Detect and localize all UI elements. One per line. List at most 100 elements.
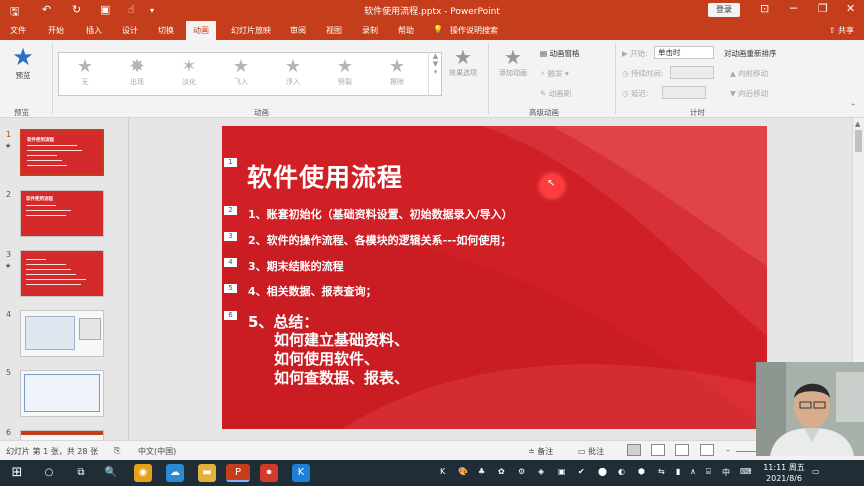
bullet-item[interactable]: 1、账套初始化（基础资料设置、初始数据录入/导入） <box>248 206 513 222</box>
slide-thumbnail-3[interactable] <box>20 250 104 297</box>
restore-icon[interactable]: ❐ <box>818 2 828 15</box>
slide-thumbnail-2[interactable]: 软件使用流程 <box>20 190 104 237</box>
zoom-out-icon[interactable]: – <box>726 446 730 455</box>
notes-button[interactable]: ≐ 备注 <box>528 446 553 457</box>
tab-file[interactable]: 文件 <box>10 25 26 36</box>
bullet-item[interactable]: 2、软件的操作流程、各模块的逻辑关系---如何使用； <box>248 232 511 248</box>
file-explorer-icon[interactable]: ▬ <box>198 464 216 482</box>
move-later-button[interactable]: ▼ 向后移动 <box>730 88 768 99</box>
minimize-icon[interactable]: ─ <box>790 2 797 15</box>
tray-icon[interactable]: ⚙ <box>518 467 525 476</box>
tab-animations[interactable]: 动画 <box>186 21 216 40</box>
animation-marker[interactable]: 6 <box>224 311 237 320</box>
tell-me-search[interactable]: 操作说明搜索 <box>450 25 498 36</box>
anim-appear[interactable]: ✸ 出现 <box>115 57 159 87</box>
summary-line[interactable]: 如何建立基础资料、 <box>274 330 409 350</box>
collapse-ribbon-icon[interactable]: ⌃ <box>850 102 856 111</box>
search-icon[interactable]: ○ <box>40 464 58 482</box>
tray-icon[interactable]: ♣ <box>478 467 485 476</box>
slide-thumbnail-5[interactable] <box>20 370 104 417</box>
app-icon[interactable]: K <box>292 464 310 482</box>
app-icon[interactable]: ☁ <box>166 464 184 482</box>
tab-insert[interactable]: 插入 <box>86 25 102 36</box>
tray-icon[interactable]: ◐ <box>618 467 625 476</box>
delay-input[interactable] <box>662 86 706 99</box>
anim-wipe[interactable]: ★ 擦除 <box>375 57 419 87</box>
bullet-item[interactable]: 4、相关数据、报表查询； <box>248 283 377 299</box>
tray-icon[interactable]: K <box>440 467 445 476</box>
anim-none[interactable]: ★ 无 <box>63 57 107 87</box>
animation-marker[interactable]: 5 <box>224 284 237 293</box>
slide-title[interactable]: 软件使用流程 <box>247 158 403 194</box>
system-clock[interactable]: 11:11 周五 2021/8/6 <box>762 462 806 484</box>
slideshow-view-icon[interactable] <box>700 444 714 456</box>
tab-transitions[interactable]: 切换 <box>158 25 174 36</box>
trigger-button[interactable]: ⚡ 触发 ▾ <box>540 68 569 79</box>
magnifier-icon[interactable]: 🔍 <box>102 464 120 482</box>
recorder-icon[interactable]: ⏺ <box>260 464 278 482</box>
login-button[interactable]: 登录 <box>708 3 740 17</box>
gallery-scroll[interactable]: ▲ ▼ ▾ <box>428 52 442 96</box>
normal-view-icon[interactable] <box>627 444 641 456</box>
tray-icon[interactable]: ▣ <box>558 467 566 476</box>
windows-start-icon[interactable]: ⊞ <box>8 464 26 482</box>
add-animation-button[interactable]: ★ 添加动画 <box>494 46 532 78</box>
slide-canvas[interactable]: 1 2 3 4 5 6 软件使用流程 ↖ 1、账套初始化（基础资料设置、初始数据… <box>222 126 767 429</box>
summary-line[interactable]: 如何查数据、报表、 <box>274 368 409 388</box>
animation-marker[interactable]: 3 <box>224 232 237 241</box>
bullet-item[interactable]: 3、期末结账的流程 <box>248 258 344 274</box>
language-indicator[interactable]: 中文(中国) <box>138 446 176 457</box>
slide-thumbnail-4[interactable] <box>20 310 104 357</box>
tray-icon[interactable]: ✔ <box>578 467 585 476</box>
slide-sorter-icon[interactable] <box>651 444 665 456</box>
animation-marker[interactable]: 1 <box>224 158 237 167</box>
tray-icon[interactable]: ⇆ <box>658 467 665 476</box>
animation-marker[interactable]: 2 <box>224 206 237 215</box>
slide-thumbnail-1[interactable]: 软件使用流程 <box>20 129 104 176</box>
accessibility-icon[interactable]: ⎘ <box>114 446 120 456</box>
network-icon[interactable]: ⌸ <box>706 467 711 477</box>
share-button[interactable]: ⇧ 共享 <box>829 25 854 36</box>
animation-painter-button[interactable]: ✎ 动画刷 <box>540 88 571 99</box>
tray-icon[interactable]: ◈ <box>538 467 544 476</box>
summary-line[interactable]: 如何使用软件、 <box>274 349 379 369</box>
tab-slideshow[interactable]: 幻灯片放映 <box>231 25 271 36</box>
tab-record[interactable]: 录制 <box>362 25 378 36</box>
tray-icon[interactable]: ▮ <box>676 467 680 476</box>
tab-design[interactable]: 设计 <box>122 25 138 36</box>
anim-fly-in[interactable]: ★ 飞入 <box>219 57 263 87</box>
summary-heading[interactable]: 5、总结： <box>248 312 318 332</box>
scroll-thumb[interactable] <box>855 130 862 152</box>
move-earlier-button[interactable]: ▲ 向前移动 <box>730 68 768 79</box>
tab-home[interactable]: 开始 <box>48 25 64 36</box>
zoom-slider[interactable] <box>736 451 756 452</box>
task-view-icon[interactable]: ⧉ <box>72 464 90 482</box>
start-select[interactable]: 单击时 <box>654 46 714 59</box>
anim-split[interactable]: ★ 劈裂 <box>323 57 367 87</box>
duration-input[interactable] <box>670 66 714 79</box>
animation-pane-button[interactable]: ▤ 动画窗格 <box>540 48 579 59</box>
tray-icon[interactable]: ⬤ <box>598 467 607 476</box>
effect-options-button[interactable]: ★ 效果选项 <box>446 46 480 78</box>
notification-icon[interactable]: ▭ <box>812 467 820 476</box>
tray-icon[interactable]: ⬢ <box>638 467 645 476</box>
tray-icon[interactable]: 🎨 <box>458 467 468 476</box>
scroll-up-icon[interactable]: ▲ <box>855 120 860 128</box>
anim-fade[interactable]: ✶ 淡化 <box>167 57 211 87</box>
browser-icon[interactable]: ◉ <box>134 464 152 482</box>
tab-review[interactable]: 审阅 <box>290 25 306 36</box>
close-icon[interactable]: ✕ <box>846 2 855 15</box>
ime-indicator[interactable]: 中 <box>722 467 730 478</box>
anim-float-in[interactable]: ★ 浮入 <box>271 57 315 87</box>
comments-button[interactable]: ▭ 批注 <box>578 446 604 457</box>
show-hidden-icons[interactable]: ∧ <box>690 467 696 476</box>
tray-icon[interactable]: ✿ <box>498 467 505 476</box>
keyboard-icon[interactable]: ⌨ <box>740 467 752 476</box>
tab-help[interactable]: 帮助 <box>398 25 414 36</box>
ribbon-display-options-icon[interactable]: ⊡ <box>760 2 769 15</box>
powerpoint-icon[interactable]: P <box>226 464 250 482</box>
reading-view-icon[interactable] <box>675 444 689 456</box>
preview-button[interactable]: ★ 预览 <box>6 44 40 81</box>
tab-view[interactable]: 视图 <box>326 25 342 36</box>
animation-marker[interactable]: 4 <box>224 258 237 267</box>
